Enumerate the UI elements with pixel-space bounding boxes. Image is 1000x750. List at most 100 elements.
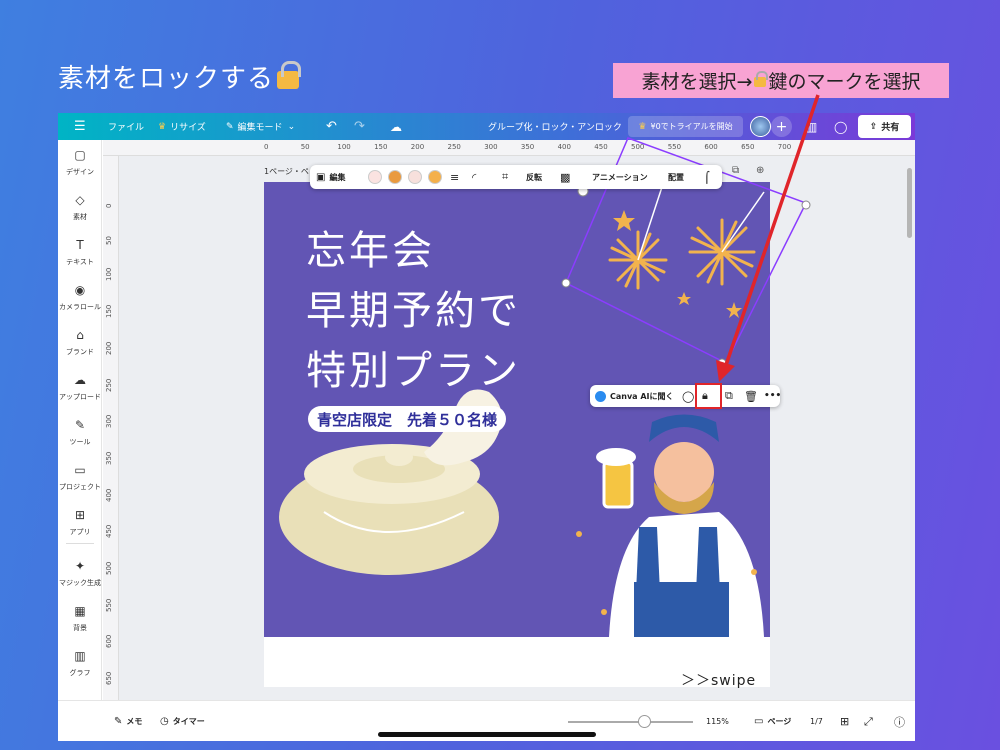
fireworks-graphic[interactable] — [608, 186, 765, 318]
edit-mode-dropdown[interactable]: ✎ 編集モード ⌄ — [226, 113, 295, 140]
left-sidebar: ▢ デザイン ◇ 素材 T テキスト ◉ カメラロール ⌂ ブランド ☁ アップロード ✎ ツール ▭ プロジ… — [58, 140, 102, 700]
ruler-tick-label: 200 — [410, 143, 425, 151]
ruler-tick-label: 200 — [105, 341, 113, 355]
page-count[interactable]: 1/7 — [810, 701, 823, 741]
resize-button[interactable]: ♛ リサイズ — [158, 113, 206, 140]
arrange-button[interactable]: 配置 — [668, 165, 684, 189]
timer-button[interactable]: ◷ タイマー — [160, 701, 205, 741]
page-label[interactable]: 1ページ・ペ — [264, 166, 309, 177]
swipe-text[interactable]: ＞＞swipe — [681, 670, 756, 690]
poster-badge[interactable]: 青空店限定 先着５０名様 — [308, 406, 507, 432]
sidebar-item[interactable]: ⊞ アプリ — [58, 502, 102, 546]
cloud-sync-icon[interactable]: ☁ — [390, 113, 402, 140]
sidebar-item[interactable]: ✦ マジック生成 — [58, 553, 102, 597]
corner-curve-icon[interactable]: ◜ — [472, 165, 476, 189]
color-swatch[interactable] — [408, 170, 422, 184]
edit-image-button[interactable]: ▣ 編集 — [316, 165, 345, 189]
line-weight-icon[interactable]: ≡ — [450, 165, 459, 189]
animation-button[interactable]: アニメーション — [592, 165, 648, 189]
transparency-icon[interactable]: ▩ — [560, 165, 570, 189]
canva-ai-icon — [595, 390, 606, 402]
undo-icon[interactable]: ↶ — [326, 113, 337, 140]
element-toolbar: ▣ 編集 ≡ ◜ ⌗ 反転 ▩ アニメーション 配置 ⌠ — [310, 165, 722, 189]
document-title[interactable]: グループ化・ロック・アンロック — [488, 113, 622, 140]
redo-icon[interactable]: ↷ — [354, 113, 365, 140]
color-swatch[interactable] — [428, 170, 442, 184]
sidebar-item[interactable]: ◉ カメラロール — [58, 277, 102, 321]
sidebar-item-label: 素材 — [73, 213, 87, 221]
share-button[interactable]: ⇪ 共有 — [858, 115, 911, 138]
image-edit-icon: ▣ — [316, 171, 326, 183]
more-options-icon[interactable]: ••• — [764, 385, 781, 407]
sidebar-icon: ◇ — [75, 193, 85, 207]
sidebar-divider — [66, 543, 94, 544]
sidebar-icon: ✎ — [74, 418, 86, 432]
duplicate-icon[interactable]: ⧉ — [725, 385, 733, 407]
hamburger-icon[interactable]: ☰ — [74, 113, 86, 140]
sidebar-icon: ☁ — [74, 373, 86, 387]
sidebar-item-label: マジック生成 — [59, 579, 101, 587]
trash-icon[interactable]: 🗑︎ — [744, 385, 758, 407]
comment-icon[interactable]: ◯ — [682, 385, 694, 407]
ruler-tick-label: 500 — [105, 561, 113, 575]
color-swatch[interactable] — [388, 170, 402, 184]
sidebar-item[interactable]: ▦ 背景 — [58, 598, 102, 642]
sidebar-icon: ⊞ — [74, 508, 86, 522]
ruler-tick-label: 400 — [105, 488, 113, 502]
add-page-icon[interactable]: ⊕ — [756, 165, 764, 176]
canva-app-window: ☰ ファイル ♛ リサイズ ✎ 編集モード ⌄ ↶ ↷ ☁ グループ化・ロック・アンロ… — [58, 113, 915, 741]
flip-button[interactable]: 反転 — [526, 165, 542, 189]
add-collaborator-button[interactable]: + — [771, 116, 792, 137]
ruler-tick-label: 400 — [557, 143, 571, 151]
page-view-button[interactable]: ▭ ページ — [754, 701, 791, 741]
ruler-tick-label: 0 — [105, 203, 113, 208]
help-icon[interactable]: ⓘ — [894, 701, 905, 741]
poster-page[interactable]: 忘年会 早期予約で 特別プラン 青空店限定 先着５０名様 — [264, 182, 770, 637]
sidebar-item[interactable]: ⌂ ブランド — [58, 322, 102, 366]
zoom-level[interactable]: 115% — [706, 701, 729, 741]
crown-icon: ♛ — [158, 121, 167, 132]
zoom-slider-track[interactable] — [568, 721, 693, 723]
sidebar-item[interactable]: ☁ アップロード — [58, 367, 102, 411]
ruler-tick-label: 250 — [105, 378, 113, 392]
duplicate-page-icon[interactable]: ⧉ — [732, 165, 739, 176]
ruler-tick-label: 150 — [374, 143, 388, 151]
pencil-icon: ✎ — [226, 121, 234, 132]
sidebar-item[interactable]: ✎ ツール — [58, 412, 102, 456]
sidebar-item[interactable]: ▢ デザイン — [58, 142, 102, 186]
canva-ai-button[interactable]: Canva AIに聞く — [595, 385, 674, 407]
crop-icon[interactable]: ⌗ — [502, 165, 508, 189]
fullscreen-icon[interactable]: ⤢ — [864, 701, 873, 741]
avatar[interactable] — [750, 116, 771, 137]
trial-button[interactable]: ♛ ¥0でトライアルを開始 — [628, 116, 743, 137]
sidebar-item[interactable]: ▭ プロジェクト — [58, 457, 102, 501]
sidebar-item-label: カメラロール — [59, 303, 101, 311]
home-indicator[interactable] — [378, 732, 596, 737]
poster-title-line-3[interactable]: 特別プラン — [306, 338, 521, 396]
ruler-tick-label: 600 — [105, 635, 113, 649]
ruler-tick-label: 300 — [105, 414, 113, 429]
ruler-tick-label: 100 — [337, 143, 351, 151]
timer-icon: ◷ — [160, 716, 169, 727]
sidebar-item[interactable]: ▥ グラフ — [58, 643, 102, 687]
file-menu[interactable]: ファイル — [108, 113, 144, 140]
paint-roller-icon[interactable]: ⌠ — [704, 165, 710, 189]
insights-icon[interactable]: ▥ — [806, 113, 817, 140]
ruler-tick-label: 300 — [484, 143, 498, 151]
memo-button[interactable]: ✎ メモ — [114, 701, 142, 741]
poster-title-line-2[interactable]: 早期予約で — [306, 278, 521, 336]
zoom-slider-thumb[interactable] — [638, 715, 651, 728]
bavarian-man-with-beer-graphic[interactable] — [576, 414, 764, 638]
headline: 素材をロックする — [58, 58, 302, 95]
sidebar-item[interactable]: T テキスト — [58, 232, 102, 276]
comment-icon[interactable]: ◯ — [834, 113, 847, 140]
color-swatch[interactable] — [368, 170, 382, 184]
instruction-tooltip: 素材を選択→ 鍵のマークを選択 — [613, 63, 949, 98]
poster-title-line-1[interactable]: 忘年会 — [306, 218, 435, 276]
sidebar-item[interactable]: ◇ 素材 — [58, 187, 102, 231]
ruler-top: 0 50 100 150 200 250 300 350 400 450 500 550 600 650 7… — [103, 140, 915, 156]
sidebar-icon: ⌂ — [76, 328, 84, 342]
grid-view-icon[interactable]: ⊞ — [840, 701, 849, 741]
vertical-scrollbar[interactable] — [907, 168, 912, 238]
ruler-tick-label: 700 — [777, 143, 792, 151]
